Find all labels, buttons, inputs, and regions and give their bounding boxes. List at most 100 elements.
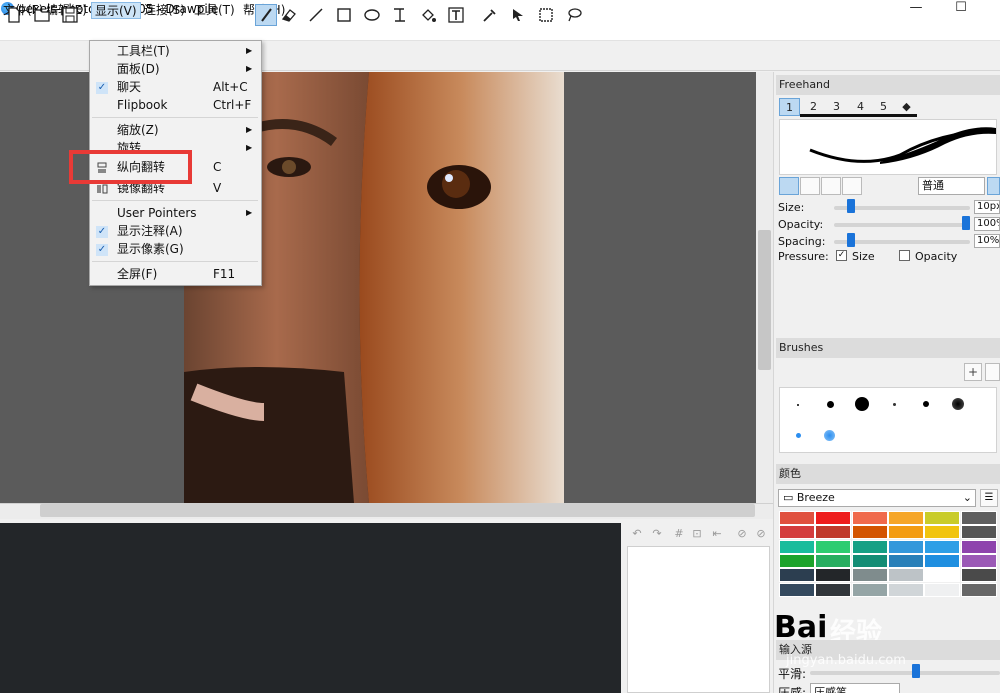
menu-view[interactable]: 显示(V)	[91, 2, 141, 19]
freehand-brush-icon[interactable]	[255, 4, 277, 26]
fill-icon[interactable]	[417, 4, 439, 26]
color-swatch[interactable]	[924, 553, 961, 568]
color-swatch[interactable]	[779, 539, 815, 554]
color-swatch[interactable]	[887, 582, 924, 597]
size-value[interactable]: 10px	[974, 200, 1000, 214]
color-swatch[interactable]	[887, 525, 924, 540]
size-slider-thumb[interactable]	[846, 199, 855, 213]
ban-icon[interactable]: ⊘	[754, 527, 768, 541]
color-swatch[interactable]	[887, 511, 924, 525]
color-swatch[interactable]	[815, 525, 852, 540]
color-swatch[interactable]	[887, 539, 924, 554]
brush-presets-grid[interactable]	[779, 387, 997, 453]
canvas-horizontal-scroll-thumb[interactable]	[40, 504, 755, 517]
color-swatch[interactable]	[779, 582, 815, 597]
mute-icon[interactable]: ⊘	[735, 527, 749, 541]
color-swatch[interactable]	[960, 568, 997, 583]
lasso-icon[interactable]	[563, 4, 585, 26]
eraser-icon[interactable]	[278, 4, 300, 26]
brush-preset-1[interactable]	[797, 404, 799, 406]
spacing-value[interactable]: 10%	[974, 234, 1000, 248]
text-icon[interactable]	[445, 4, 467, 26]
color-swatch[interactable]	[851, 525, 888, 540]
color-swatch[interactable]	[815, 582, 852, 597]
color-swatch[interactable]	[924, 511, 961, 525]
save-icon[interactable]	[59, 4, 81, 26]
line-icon[interactable]	[305, 4, 327, 26]
opacity-slider-thumb[interactable]	[962, 216, 970, 230]
menu-item-zoom[interactable]: 缩放(Z) ▶	[90, 121, 261, 139]
undo-icon[interactable]: ↶	[630, 527, 644, 541]
menu-item-user-pointers[interactable]: User Pointers ▶	[90, 204, 261, 222]
color-palette[interactable]	[779, 511, 997, 597]
color-swatch[interactable]	[779, 511, 815, 525]
add-brush-icon[interactable]: +	[964, 363, 982, 381]
color-swatch[interactable]	[779, 568, 815, 583]
color-swatch[interactable]	[960, 553, 997, 568]
canvas-vertical-scroll-thumb[interactable]	[758, 230, 771, 370]
eraser-mode-toggle[interactable]	[987, 177, 1000, 195]
brush-mode-smudge[interactable]	[821, 177, 841, 195]
save-brush-icon[interactable]	[985, 363, 1000, 381]
color-swatch[interactable]	[960, 525, 997, 540]
color-swatch[interactable]	[960, 539, 997, 554]
pressure-source-select[interactable]: 压感笔	[810, 683, 900, 693]
grid-icon[interactable]: #	[672, 527, 686, 541]
smoothing-slider-thumb[interactable]	[912, 664, 920, 678]
brush-mode-soft[interactable]	[800, 177, 820, 195]
color-picker-icon[interactable]	[479, 4, 501, 26]
brush-preset-3[interactable]	[855, 397, 869, 411]
color-swatch[interactable]	[960, 582, 997, 597]
rectangle-icon[interactable]	[333, 4, 355, 26]
pressure-opacity-checkbox[interactable]	[899, 250, 910, 261]
color-swatch[interactable]	[960, 511, 997, 525]
brush-mode-erase[interactable]	[842, 177, 862, 195]
palette-select[interactable]: ▭ Breeze ⌄	[778, 489, 976, 507]
color-swatch[interactable]	[851, 539, 888, 554]
color-swatch[interactable]	[851, 511, 888, 525]
color-swatch[interactable]	[779, 525, 815, 540]
color-swatch[interactable]	[887, 568, 924, 583]
ellipse-icon[interactable]	[361, 4, 383, 26]
opacity-value[interactable]: 100%	[974, 217, 1000, 231]
pressure-size-checkbox[interactable]: ✓	[836, 250, 847, 261]
brush-preset-6[interactable]	[952, 398, 964, 410]
brush-preset-4[interactable]	[893, 403, 896, 406]
user-list[interactable]	[627, 546, 770, 693]
brush-preset-8[interactable]	[824, 430, 835, 441]
brush-preset-7[interactable]	[796, 433, 801, 438]
brush-preset-5[interactable]	[923, 401, 929, 407]
menu-item-show-annotations[interactable]: ✓ 显示注释(A)	[90, 222, 261, 240]
brush-mode-pen[interactable]	[779, 177, 799, 195]
minimize-icon[interactable]: —	[905, 0, 927, 18]
new-file-icon[interactable]	[3, 4, 25, 26]
color-swatch[interactable]	[924, 539, 961, 554]
menu-item-fullscreen[interactable]: 全屏(F) F11	[90, 265, 261, 283]
kick-icon[interactable]: ⇤	[710, 527, 724, 541]
color-swatch[interactable]	[851, 582, 888, 597]
color-swatch[interactable]	[887, 553, 924, 568]
brush-preset-2[interactable]	[827, 401, 834, 408]
color-swatch[interactable]	[924, 525, 961, 540]
maximize-icon[interactable]: ☐	[950, 0, 972, 18]
opacity-slider-track[interactable]	[834, 223, 970, 227]
spacing-slider-thumb[interactable]	[846, 233, 855, 247]
color-swatch[interactable]	[815, 553, 852, 568]
color-swatch[interactable]	[924, 568, 961, 583]
color-swatch[interactable]	[851, 553, 888, 568]
redo-icon[interactable]: ↷	[650, 527, 664, 541]
open-file-icon[interactable]	[31, 4, 53, 26]
color-swatch[interactable]	[815, 511, 852, 525]
smoothing-slider-track[interactable]	[810, 671, 1000, 675]
menu-item-flipbook[interactable]: Flipbook Ctrl+F	[90, 96, 261, 114]
blend-mode-select[interactable]: 普通	[918, 177, 985, 195]
color-swatch[interactable]	[815, 539, 852, 554]
menu-item-show-pixels[interactable]: ✓ 显示像素(G)	[90, 240, 261, 258]
brush-tab-1[interactable]: 1	[779, 98, 800, 116]
color-swatch[interactable]	[779, 553, 815, 568]
palette-menu-icon[interactable]: ☰	[980, 489, 998, 507]
lock-icon[interactable]: ⊡	[690, 527, 704, 541]
color-swatch[interactable]	[851, 568, 888, 583]
menu-item-toolbars[interactable]: 工具栏(T) ▶	[90, 42, 261, 60]
menu-item-docks[interactable]: 面板(D) ▶	[90, 60, 261, 78]
